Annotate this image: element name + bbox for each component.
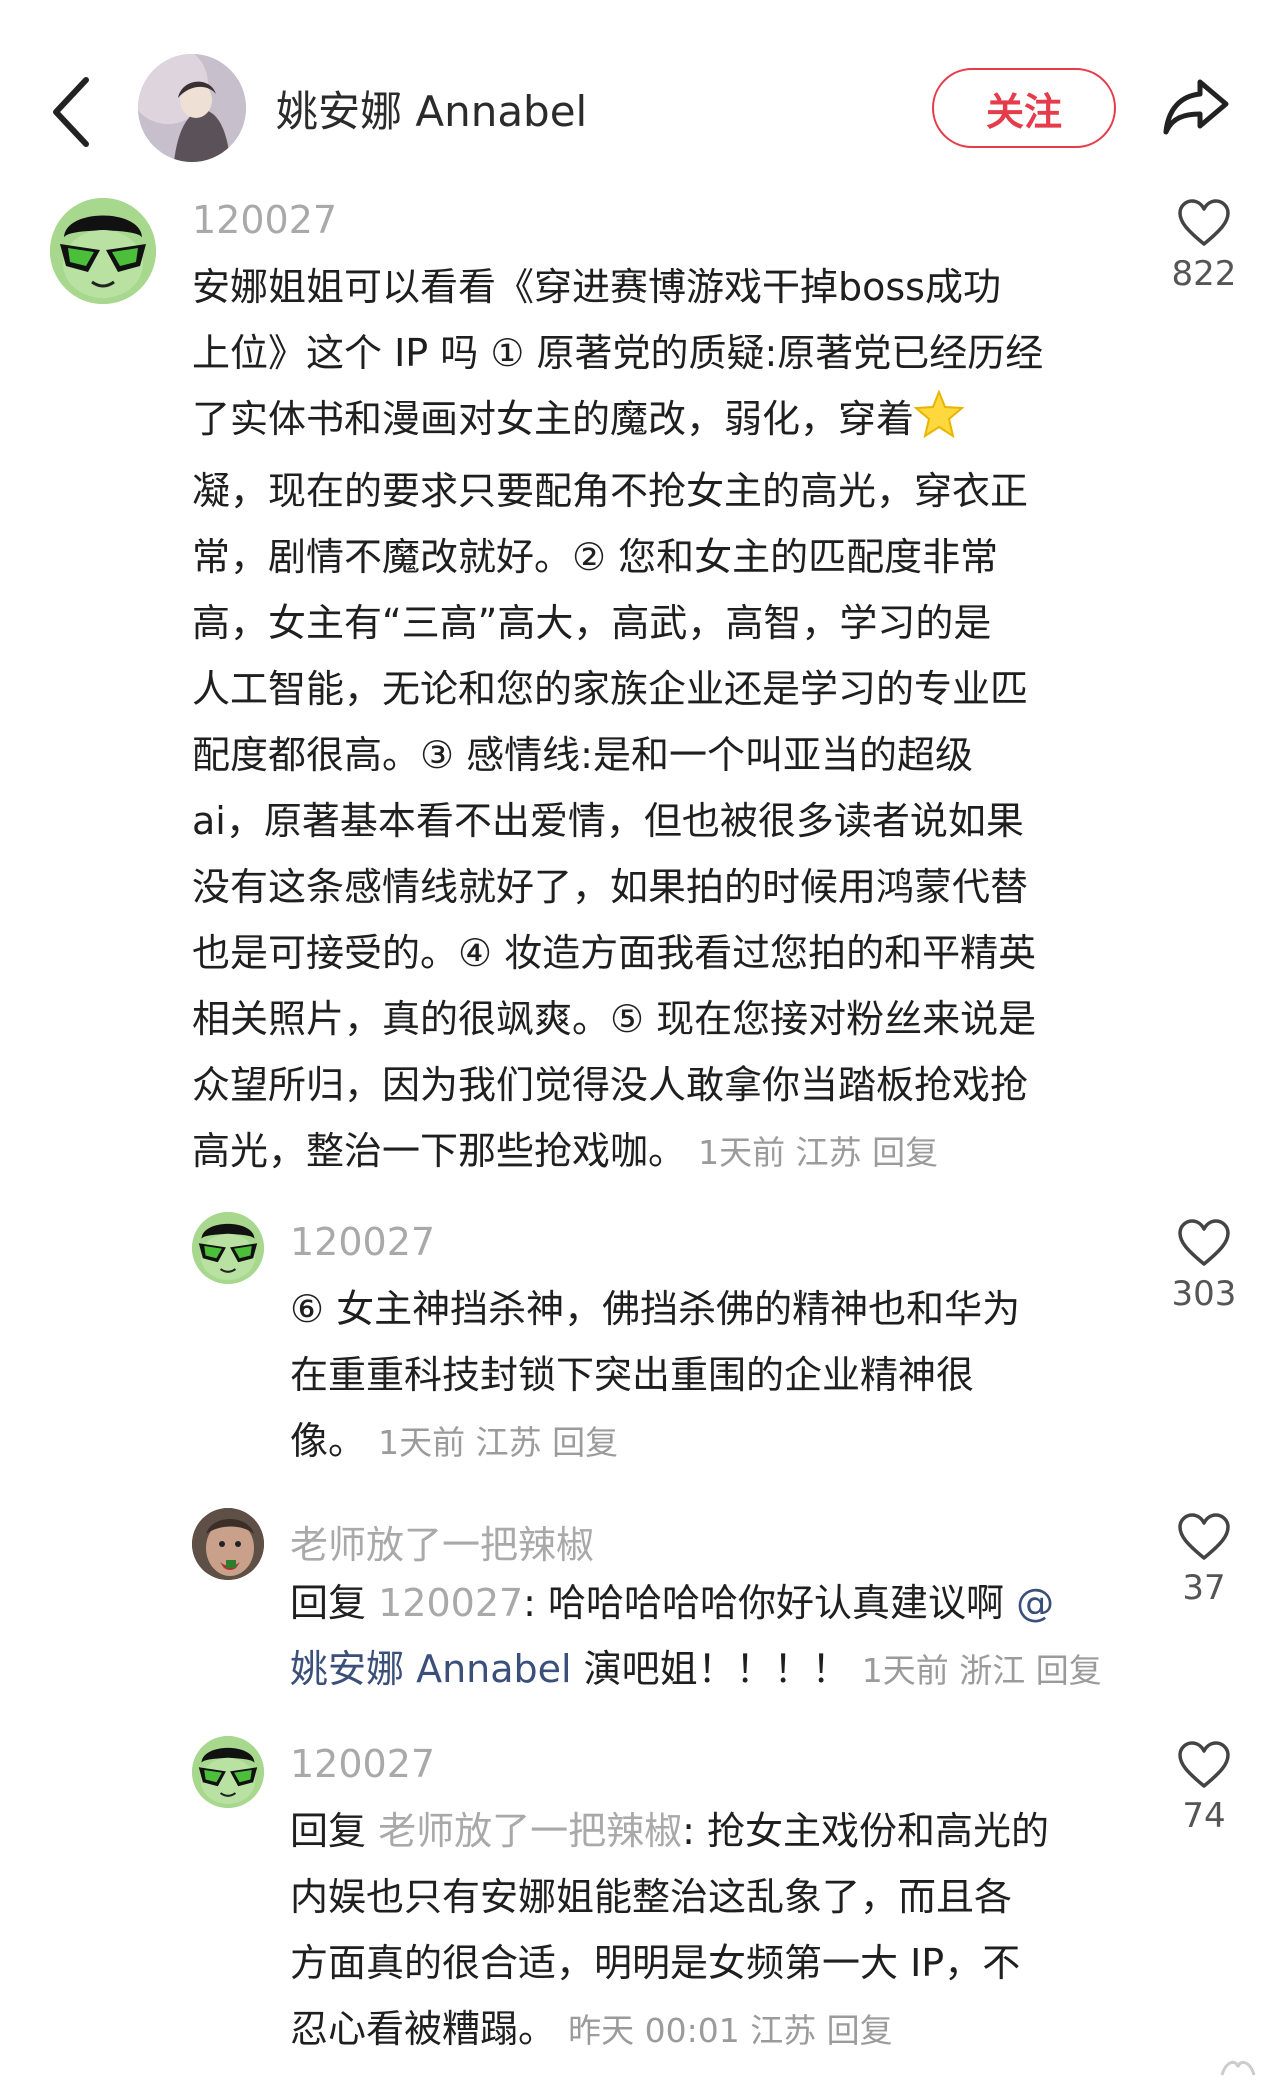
comment-line: 没有这条感情线就好了，如果拍的时候用鸿蒙代替 — [192, 865, 1029, 909]
comment-text: 回复 120027: 哈哈哈哈哈你好认真建议啊 @ 姚安娜 Annabel 演吧… — [290, 1570, 1130, 1704]
watermark-icon — [1220, 2060, 1256, 2076]
heart-icon — [1178, 1219, 1230, 1266]
comment-line: 安娜姐姐可以看看《穿进赛博游戏干掉boss成功 — [192, 265, 1001, 309]
like-count: 74 — [1182, 1796, 1226, 1836]
comment-line: 方面真的很合适，明明是女频第一大 IP，不 — [290, 1941, 1021, 1985]
commenter-avatar[interactable] — [50, 198, 156, 304]
comment-line: 像。 1天前 江苏 回复 — [290, 1419, 619, 1463]
reply-prefix: 回复 — [290, 1809, 367, 1853]
heart-icon — [1178, 199, 1230, 246]
heart-icon — [1178, 1741, 1230, 1788]
comment-text: 回复 老师放了一把辣椒: 抢女主戏份和高光的 内娱也只有安娜姐能整治这乱象了，而… — [290, 1798, 1130, 2064]
comment-line: 姚安娜 Annabel 演吧姐！！！！ 1天前 浙江 回复 — [290, 1647, 1102, 1691]
author-name: 姚安娜 Annabel — [276, 87, 588, 136]
like-button[interactable]: 822 — [1164, 198, 1244, 294]
comment-line: 常，剧情不魔改就好。② 您和女主的匹配度非常 — [192, 535, 999, 579]
comment-line: 回复 老师放了一把辣椒: 抢女主戏份和高光的 — [290, 1809, 1050, 1853]
author-avatar[interactable] — [138, 54, 246, 162]
commenter-avatar[interactable] — [192, 1508, 264, 1580]
like-button[interactable]: 74 — [1164, 1740, 1244, 1836]
reply-target-name[interactable]: 120027 — [378, 1581, 523, 1625]
comment-line: 相关照片，真的很飒爽。⑤ 现在您接对粉丝来说是 — [192, 997, 1037, 1041]
comment-meta[interactable]: 1天前 江苏 回复 — [378, 1423, 618, 1462]
comment-meta[interactable]: 1天前 浙江 回复 — [862, 1651, 1102, 1690]
commenter-name[interactable]: 老师放了一把辣椒 — [290, 1514, 594, 1569]
comment-line: 内娱也只有安娜姐能整治这乱象了，而且各 — [290, 1875, 1013, 1919]
commenter-name[interactable]: 120027 — [290, 1742, 435, 1786]
comment-text: 安娜姐姐可以看看《穿进赛博游戏干掉boss成功 上位》这个 IP 吗 ① 原著党… — [192, 254, 1122, 1186]
like-count: 303 — [1171, 1274, 1237, 1314]
like-count: 37 — [1182, 1568, 1226, 1608]
comment-meta[interactable]: 昨天 00:01 江苏 回复 — [568, 2011, 893, 2050]
comment-line: ai，原著基本看不出爱情，但也被很多读者说如果 — [192, 799, 1024, 843]
comment-line: 众望所归，因为我们觉得没人敢拿你当踏板抢戏抢 — [192, 1063, 1029, 1107]
commenter-name[interactable]: 120027 — [290, 1220, 435, 1264]
like-count: 822 — [1171, 254, 1237, 294]
mention-link[interactable]: 姚安娜 Annabel — [290, 1647, 572, 1691]
like-button[interactable]: 37 — [1164, 1512, 1244, 1608]
comment-line: 高，女主有“三高”高大，高武，高智，学习的是 — [192, 601, 992, 645]
commenter-avatar[interactable] — [192, 1212, 264, 1284]
follow-button[interactable]: 关注 — [932, 68, 1116, 148]
share-arrow-icon[interactable] — [1160, 74, 1232, 138]
comment-line: 了实体书和漫画对女主的魔改，弱化，穿着 — [192, 386, 1122, 458]
comment-line: 配度都很高。③ 感情线:是和一个叫亚当的超级 — [192, 733, 973, 777]
comment-meta[interactable]: 1天前 江苏 回复 — [698, 1133, 938, 1172]
comment-line: 高光，整治一下那些抢戏咖。 1天前 江苏 回复 — [192, 1129, 939, 1173]
comment-line: 上位》这个 IP 吗 ① 原著党的质疑:原著党已经历经 — [192, 331, 1044, 375]
top-bar: 姚安娜 Annabel 关注 — [0, 0, 1284, 200]
heart-icon — [1178, 1513, 1230, 1560]
reply-prefix: 回复 — [290, 1581, 367, 1625]
commenter-name[interactable]: 120027 — [192, 198, 337, 242]
comment-line: ⑥ 女主神挡杀神，佛挡杀佛的精神也和华为 — [290, 1287, 1021, 1331]
comment-line: 在重重科技封锁下突出重围的企业精神很 — [290, 1353, 975, 1397]
comment-text: ⑥ 女主神挡杀神，佛挡杀佛的精神也和华为 在重重科技封锁下突出重围的企业精神很 … — [290, 1276, 1130, 1476]
like-button[interactable]: 303 — [1164, 1218, 1244, 1314]
reply-target-name[interactable]: 老师放了一把辣椒 — [378, 1809, 682, 1853]
comment-line: 也是可接受的。④ 妆造方面我看过您拍的和平精英 — [192, 931, 1037, 975]
star-emoji-icon — [913, 389, 965, 458]
commenter-avatar[interactable] — [192, 1736, 264, 1808]
mention-link[interactable]: @ — [1016, 1581, 1054, 1625]
comment-line: 凝，现在的要求只要配角不抢女主的高光，穿衣正 — [192, 469, 1029, 513]
comment-line: 忍心看被糟蹋。 昨天 00:01 江苏 回复 — [290, 2007, 893, 2051]
comment-line: 人工智能，无论和您的家族企业还是学习的专业匹 — [192, 667, 1029, 711]
chevron-left-icon[interactable] — [46, 72, 98, 152]
comment-line: 回复 120027: 哈哈哈哈哈你好认真建议啊 @ — [290, 1581, 1055, 1625]
